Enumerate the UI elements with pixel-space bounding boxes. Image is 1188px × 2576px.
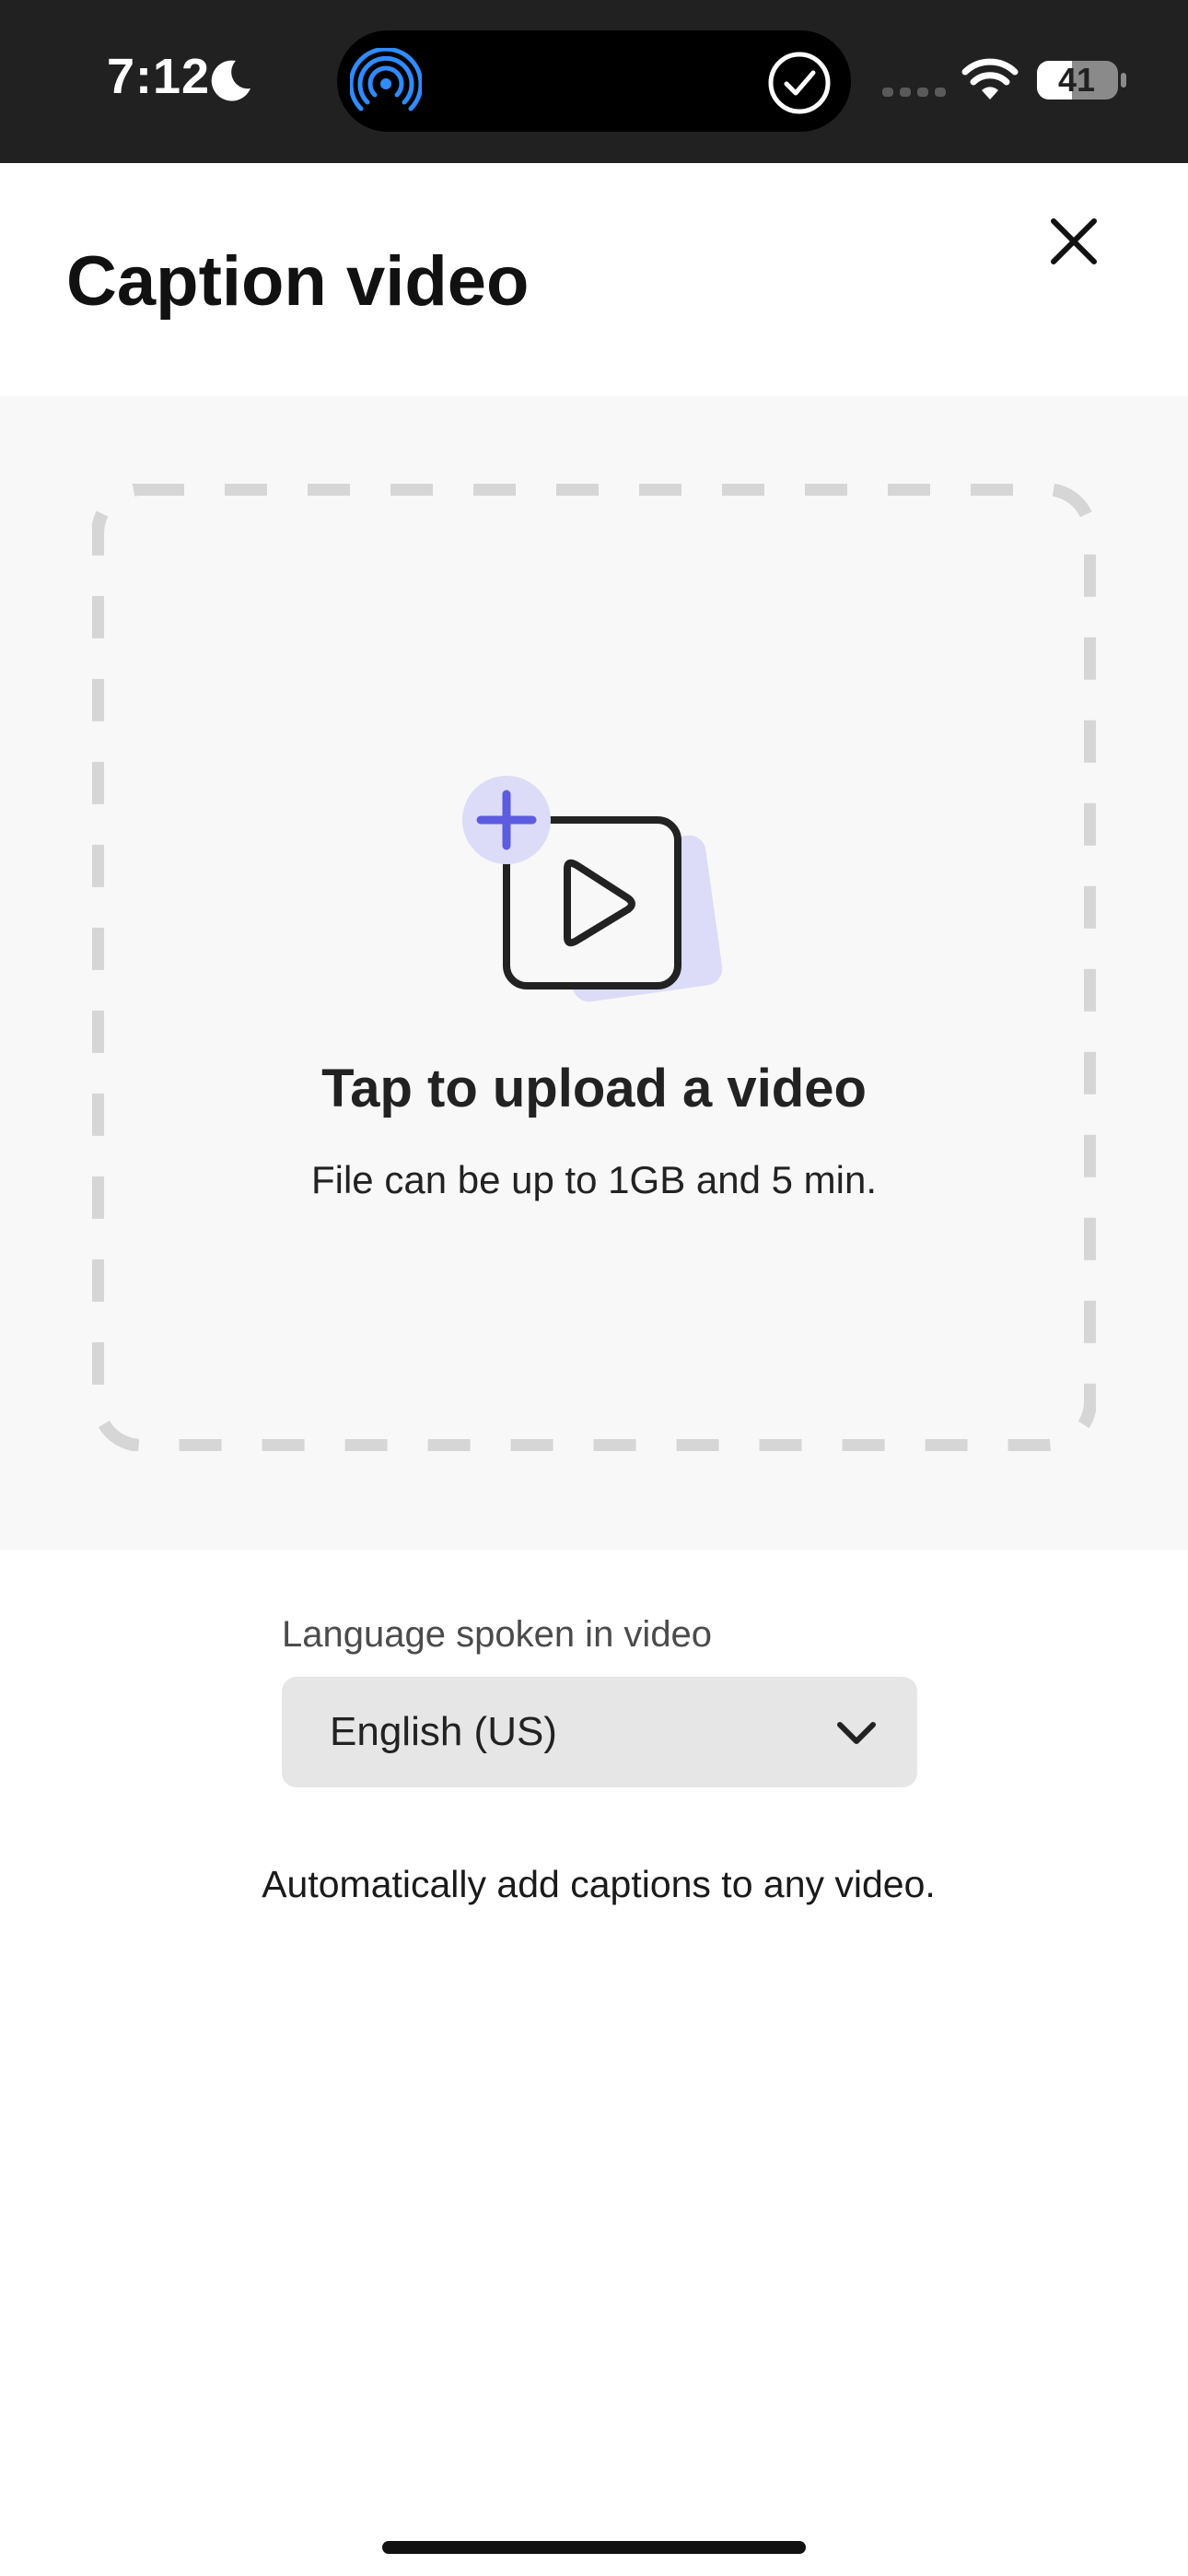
language-label: Language spoken in video: [282, 1614, 713, 1655]
battery-level: 41: [1057, 61, 1096, 99]
language-select[interactable]: English (US): [282, 1677, 917, 1787]
chevron-down-icon: [837, 1722, 876, 1744]
home-indicator[interactable]: [382, 2541, 806, 2554]
airdrop-icon: [350, 48, 422, 111]
signal-icon: [882, 88, 946, 97]
upload-subtitle: File can be up to 1GB and 5 min.: [310, 1158, 878, 1201]
status-bar: 7:12 41: [0, 0, 1188, 163]
page-title: Caption video: [66, 242, 530, 321]
language-selected-value: English (US): [330, 1709, 557, 1754]
moon-icon: [211, 60, 250, 101]
upload-title: Tap to upload a video: [321, 1059, 867, 1118]
check-circle-icon: [768, 52, 831, 114]
description-text: Automatically add captions to any video.: [262, 1863, 936, 1905]
wifi-icon: [961, 58, 1019, 100]
caption-video-screen: 7:12 41 Caption video Tap to upload a vi…: [0, 0, 1188, 2576]
close-icon[interactable]: [1046, 214, 1101, 269]
video-add-icon: [462, 776, 723, 1002]
status-time: 7:12: [107, 49, 211, 104]
